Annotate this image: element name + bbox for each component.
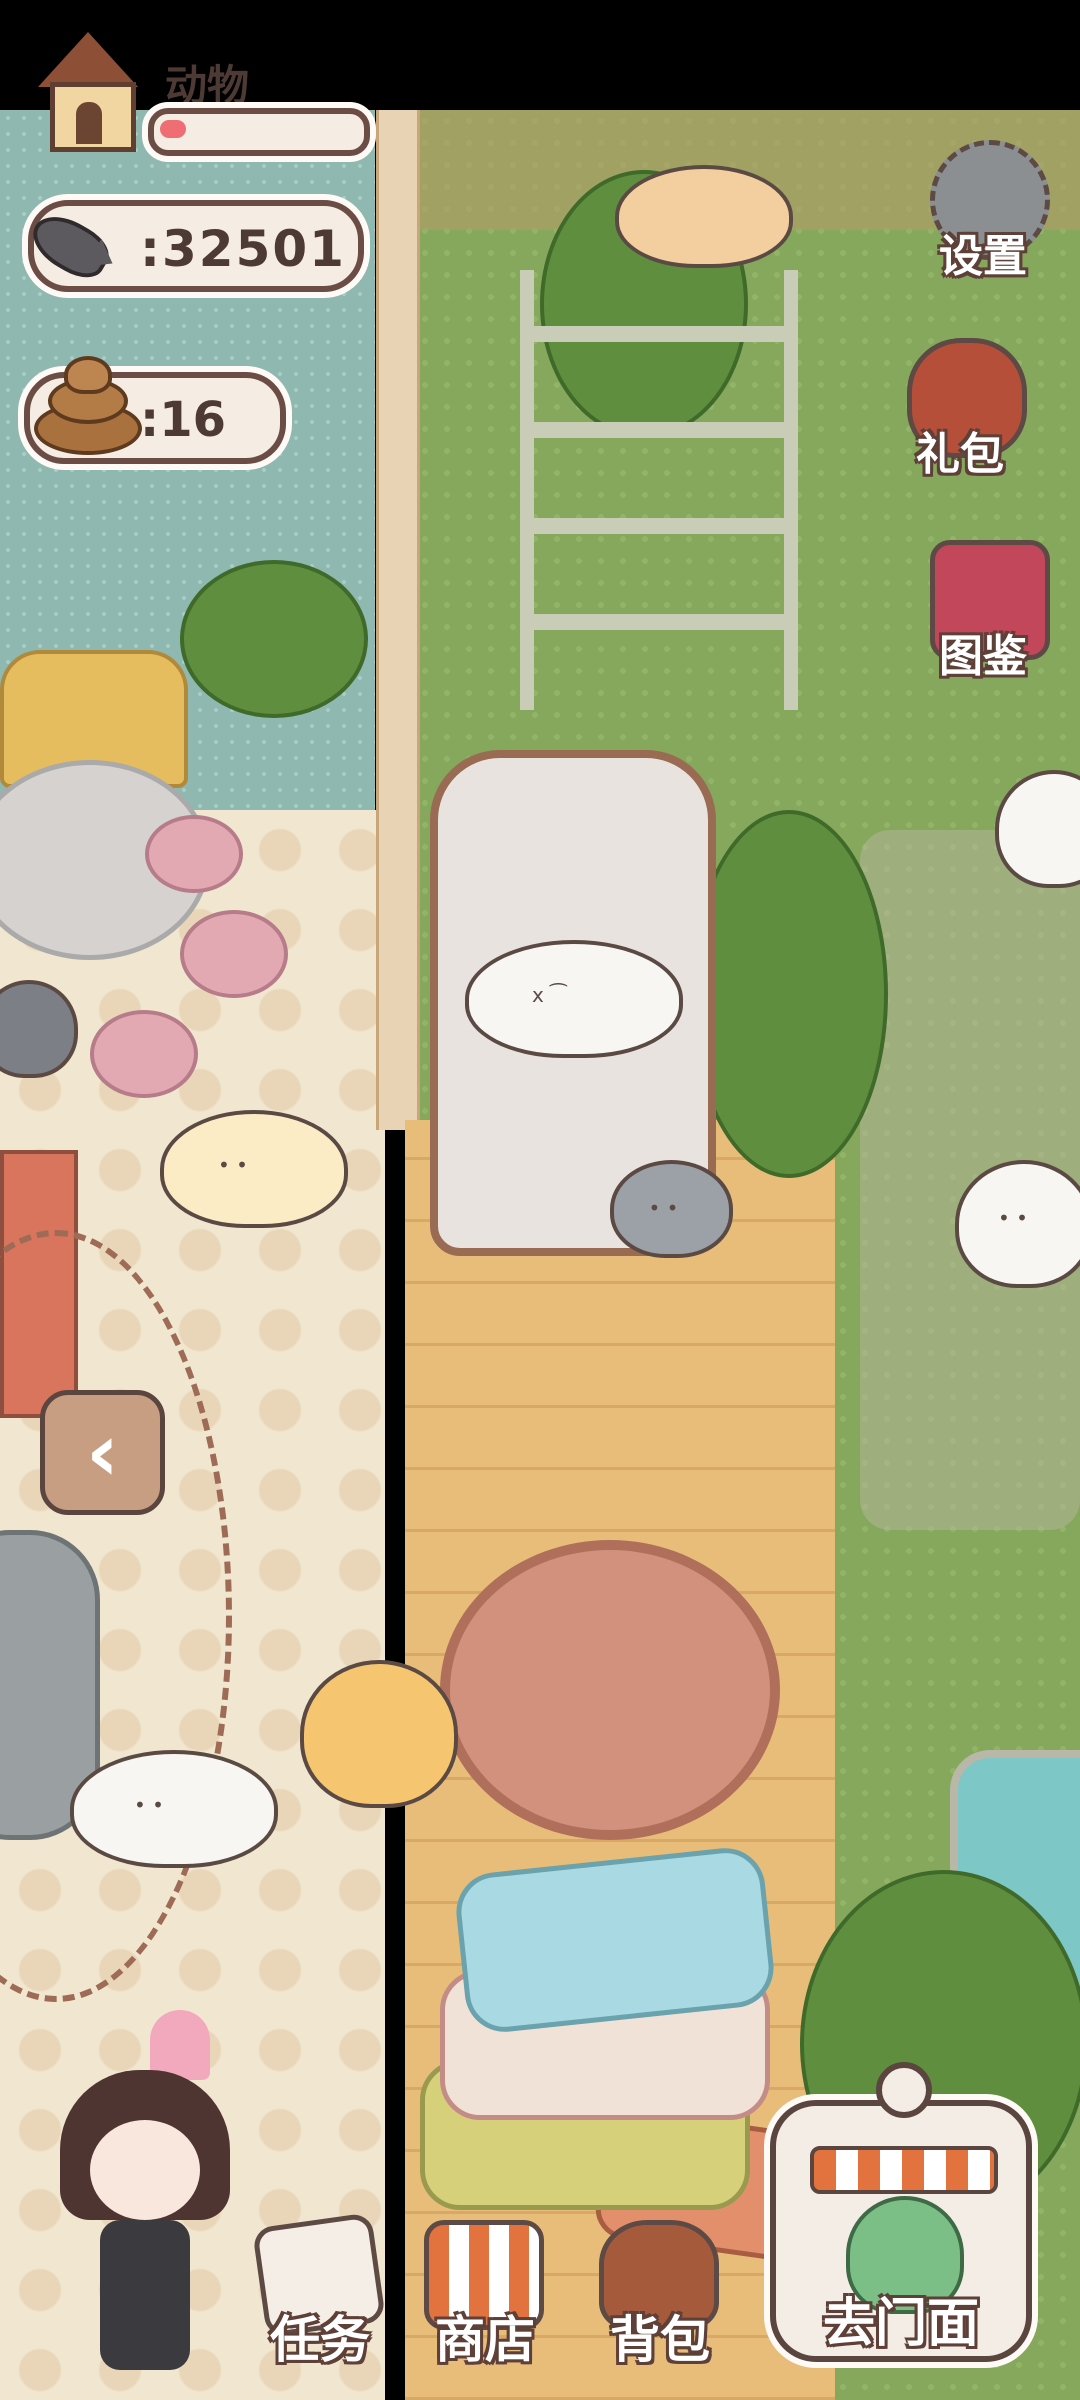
settings-button[interactable]: 设置 [918, 140, 1050, 290]
storefront-button[interactable]: 去门面 [770, 2062, 1032, 2362]
poop-top [64, 356, 112, 394]
chevron-left-icon: ‹ [86, 1406, 119, 1499]
pink-stool[interactable] [180, 910, 288, 998]
gray-cat[interactable]: • • [610, 1160, 733, 1258]
wall-divider [376, 110, 420, 1130]
white-cat[interactable]: • • [70, 1750, 278, 1868]
animal-progress-fill [160, 120, 186, 138]
pink-stool[interactable] [90, 1010, 198, 1098]
house-door [76, 102, 102, 144]
gift-pack-button[interactable]: 礼包 [895, 338, 1027, 488]
storefront-label: 去门面 [822, 2294, 979, 2354]
shop-label: 商店 [435, 2311, 535, 2369]
settings-label: 设置 [939, 231, 1027, 282]
sleeping-cat[interactable]: x ⁀ [465, 940, 683, 1058]
backpack-label: 背包 [610, 2311, 710, 2369]
house-icon[interactable] [28, 32, 148, 152]
shop-button[interactable]: 商店 [410, 2220, 550, 2370]
bunny-ears [150, 2010, 210, 2080]
plant-ladder [520, 270, 798, 710]
house-roof [38, 32, 138, 87]
fish-count: :32501 [140, 220, 346, 278]
poop-icon [34, 352, 142, 455]
bell-icon [876, 2062, 932, 2118]
gift-pack-label: 礼包 [916, 429, 1004, 480]
character-apron [100, 2220, 190, 2370]
fish-icon [23, 194, 121, 287]
cushion[interactable] [452, 1844, 778, 2036]
animal-progress-bar [148, 108, 370, 156]
ivy-bush [690, 810, 888, 1178]
tasks-label: 任务 [270, 2311, 370, 2369]
storefront-icon [810, 2146, 998, 2194]
tabby-cat[interactable] [300, 1660, 458, 1808]
back-button[interactable]: ‹ [40, 1390, 165, 1515]
potted-plant [180, 560, 368, 718]
calico-cat[interactable]: • • [955, 1160, 1080, 1288]
poop-count: :16 [140, 392, 226, 448]
player-character[interactable] [40, 1990, 250, 2380]
cream-cat[interactable]: • • [160, 1110, 348, 1228]
character-face [90, 2120, 200, 2220]
collection-guide-label: 图鉴 [939, 631, 1027, 682]
woven-basket[interactable] [440, 1540, 780, 1840]
hamster[interactable] [615, 165, 793, 268]
pink-stool[interactable] [145, 815, 243, 893]
tasks-button[interactable]: 任务 [245, 2212, 387, 2370]
backpack-button[interactable]: 背包 [585, 2220, 725, 2370]
collection-guide-button[interactable]: 图鉴 [918, 540, 1050, 690]
status-bar [0, 0, 1080, 110]
animal-label: 动物 [165, 61, 250, 110]
